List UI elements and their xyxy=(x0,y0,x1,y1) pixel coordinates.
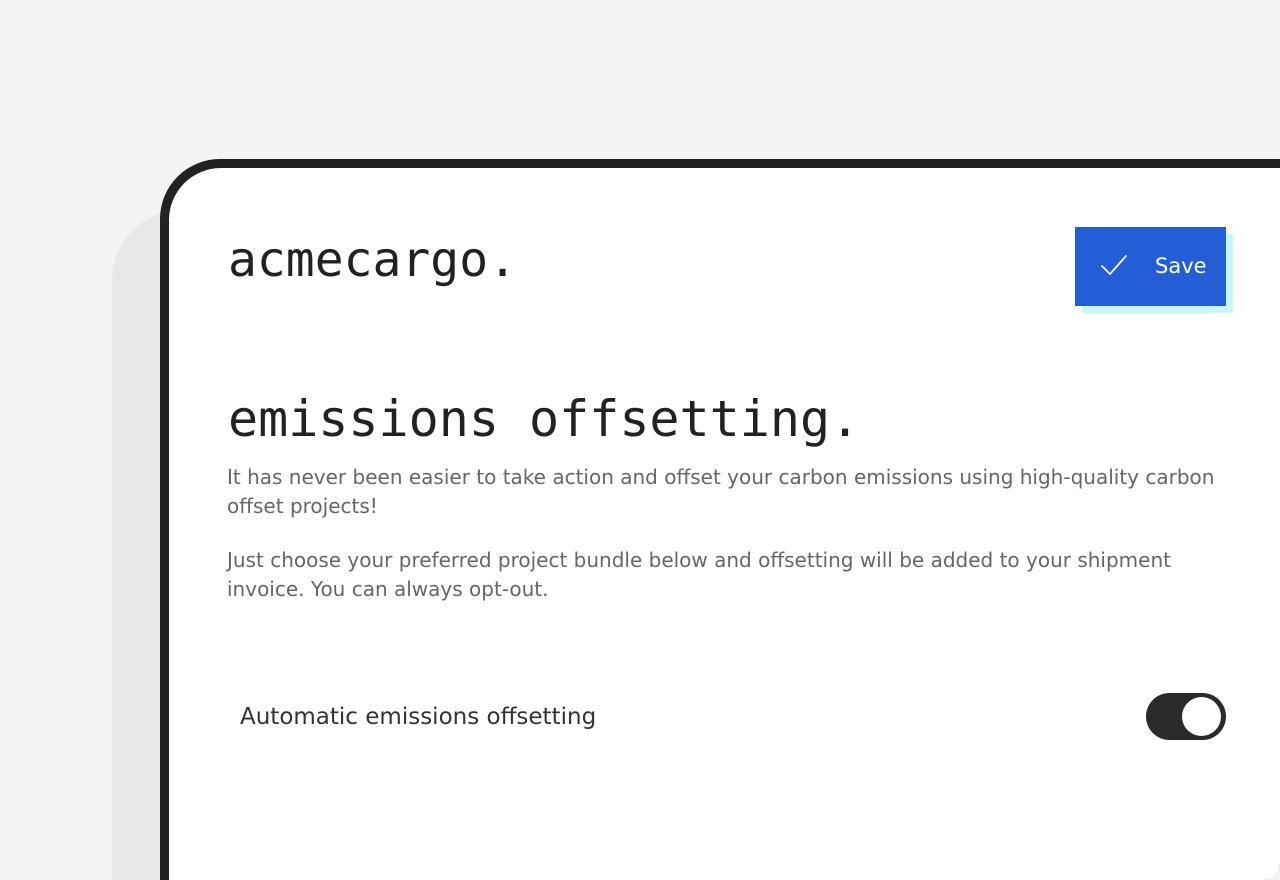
check-icon xyxy=(1101,255,1127,275)
auto-offset-setting-row: Automatic emissions offsetting xyxy=(240,692,1226,742)
brand-logo: acmecargo. xyxy=(228,232,517,288)
auto-offset-toggle[interactable] xyxy=(1146,693,1226,740)
intro-paragraph-1: It has never been easier to take action … xyxy=(227,465,1215,518)
toggle-knob xyxy=(1182,697,1221,736)
save-button[interactable]: Save xyxy=(1075,227,1226,306)
auto-offset-label: Automatic emissions offsetting xyxy=(240,704,597,730)
save-button-label: Save xyxy=(1155,254,1207,278)
page-title: emissions offsetting. xyxy=(228,390,861,448)
intro-paragraph-2: Just choose your preferred project bundl… xyxy=(227,548,1171,601)
app-canvas: acmecargo. Save emissions offsetting. It… xyxy=(0,0,1280,880)
save-button-group: Save xyxy=(1075,227,1233,313)
